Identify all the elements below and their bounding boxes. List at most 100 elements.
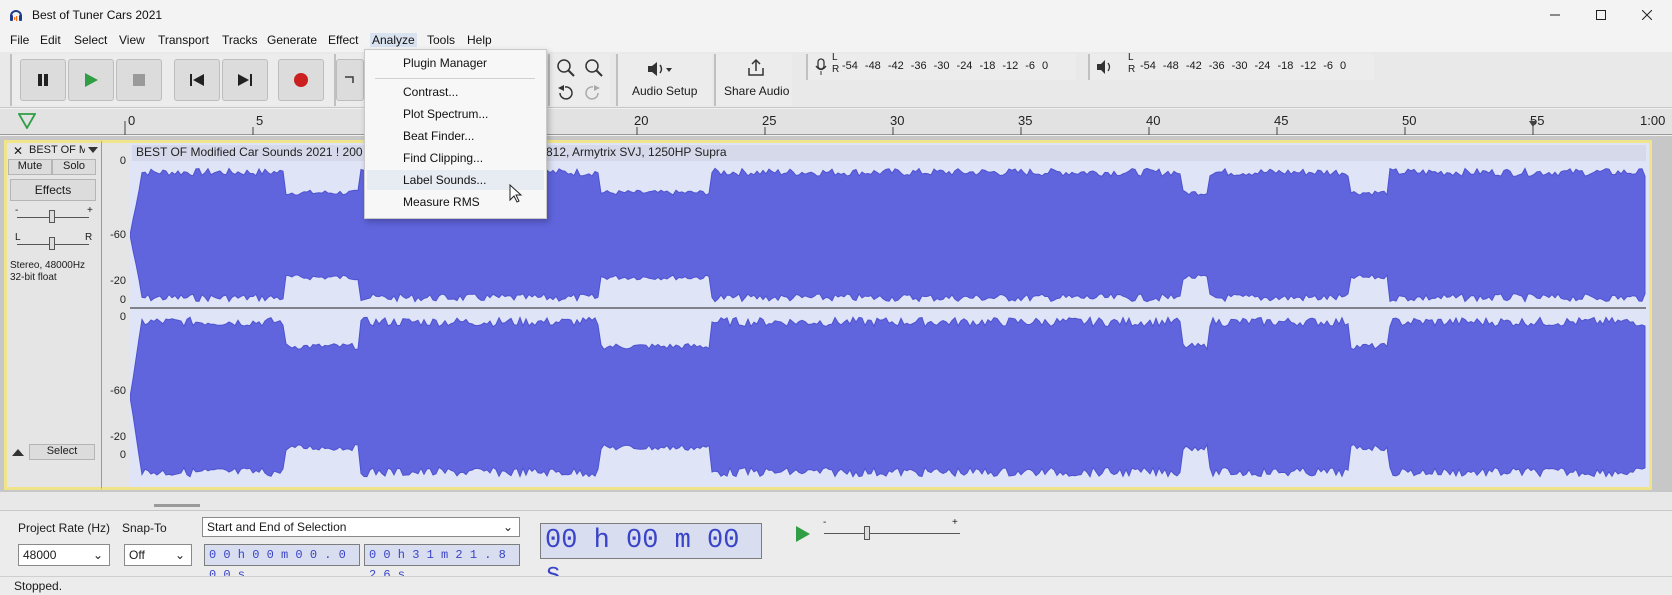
chevron-down-icon: ⌄ (92, 548, 103, 562)
mute-button[interactable]: Mute (8, 159, 52, 175)
project-rate-label: Project Rate (Hz) (18, 521, 111, 535)
y-label: 0 (119, 155, 126, 167)
record-button[interactable] (278, 59, 324, 101)
pause-button[interactable] (20, 59, 66, 101)
record-meter-l: L (832, 52, 838, 63)
chevron-down-icon: ⌄ (174, 548, 185, 562)
select-track-button[interactable]: Select (29, 444, 95, 460)
track-close-button[interactable]: ✕ (13, 144, 23, 158)
clip-title: BEST OF Modified Car Sounds 2021 ! 200 (136, 145, 363, 159)
project-rate-select[interactable]: 48000 ⌄ (18, 544, 110, 566)
tools-toolbar (334, 54, 364, 106)
playback-meter-l: L (1128, 52, 1134, 63)
pan-slider-thumb[interactable] (49, 237, 55, 250)
menu-file[interactable]: File (8, 33, 31, 47)
snap-to-select[interactable]: Off ⌄ (124, 544, 192, 566)
selection-start-time[interactable]: 0 0 h 0 0 m 0 0 . 0 0 0 s (204, 544, 360, 582)
timeline-options-icon[interactable] (18, 113, 36, 129)
stop-icon (133, 74, 145, 86)
playspeed-slider-thumb[interactable] (864, 526, 870, 540)
track-area: ✕ BEST OF Mo Mute Solo Effects - + L R S… (0, 136, 1672, 492)
menu-tools[interactable]: Tools (425, 33, 457, 47)
share-icon (748, 58, 764, 76)
track-name-menu[interactable]: BEST OF Mo (29, 144, 85, 156)
playback-meter-toolbar[interactable]: L R -54 -48 -42 -36 -30 -24 -18 -12 -6 0 (1088, 52, 1374, 80)
undo-icon[interactable] (556, 84, 574, 102)
record-icon (294, 73, 308, 87)
menu-find-clipping[interactable]: Find Clipping... (367, 148, 544, 168)
stop-button[interactable] (116, 59, 162, 101)
menu-generate[interactable]: Generate (265, 33, 319, 47)
record-meter-tick: -6 (1025, 60, 1036, 72)
record-meter-tick: -36 (910, 60, 927, 72)
playback-meter-tick: -12 (1300, 60, 1317, 72)
maximize-button[interactable] (1578, 0, 1624, 30)
gain-minus-label: - (15, 205, 19, 216)
loop-icon (345, 76, 354, 83)
status-bar: Stopped. (0, 576, 1672, 595)
effects-button[interactable]: Effects (10, 179, 96, 201)
menu-help[interactable]: Help (465, 33, 494, 47)
zoom-in-icon[interactable] (556, 58, 576, 78)
waveform-area[interactable]: BEST OF Modified Car Sounds 2021 ! 200 8… (130, 140, 1652, 490)
skip-to-start-button[interactable] (174, 59, 220, 101)
menu-select[interactable]: Select (72, 33, 109, 47)
record-meter-tick: -30 (933, 60, 950, 72)
stereo-waveform (130, 167, 1646, 478)
menu-view[interactable]: View (117, 33, 147, 47)
minimize-button[interactable] (1532, 0, 1578, 30)
playspeed-slider-track (824, 533, 960, 534)
selection-mode-select[interactable]: Start and End of Selection ⌄ (202, 517, 520, 537)
selection-mode-value: Start and End of Selection (207, 520, 347, 534)
loop-button[interactable] (336, 59, 364, 101)
track-bitdepth-info: 32-bit float (10, 272, 57, 283)
collapse-track-icon[interactable] (12, 449, 24, 456)
track-menu-chevron-icon[interactable] (88, 147, 98, 153)
solo-button[interactable]: Solo (52, 159, 96, 175)
menu-transport[interactable]: Transport (156, 33, 211, 47)
menu-analyze[interactable]: Analyze (370, 33, 417, 47)
gain-slider-thumb[interactable] (49, 210, 55, 223)
selection-toolbar: Project Rate (Hz) 48000 ⌄ Snap-To Off ⌄ … (0, 510, 1672, 590)
edit-toolbar (548, 54, 610, 106)
y-label: 0 (119, 294, 126, 306)
y-label: 0 (119, 449, 126, 461)
timeline-ruler[interactable]: 0 5 20 25 30 35 40 45 50 55 1:00 (0, 109, 1672, 135)
y-label: -60 (110, 229, 126, 241)
menu-tracks[interactable]: Tracks (220, 33, 260, 47)
play-at-speed-icon[interactable] (794, 525, 812, 543)
menu-effect[interactable]: Effect (326, 33, 360, 47)
playback-meter-tick: 0 (1340, 60, 1347, 72)
play-button[interactable] (68, 59, 114, 101)
record-meter-tick: -42 (887, 60, 904, 72)
menu-plot-spectrum[interactable]: Plot Spectrum... (367, 104, 544, 124)
menu-plugin-manager[interactable]: Plugin Manager (367, 53, 544, 73)
analyze-menu-dropdown: Plugin Manager Contrast... Plot Spectrum… (364, 49, 547, 219)
selection-end-time[interactable]: 0 0 h 3 1 m 2 1 . 8 2 6 s (364, 544, 520, 582)
zoom-out-icon[interactable] (584, 58, 604, 78)
redo-icon[interactable] (584, 84, 602, 102)
scrollbar-thumb[interactable] (154, 504, 200, 507)
playback-meter-tick: -54 (1140, 60, 1156, 72)
menu-contrast[interactable]: Contrast... (367, 82, 544, 102)
audio-setup-toolbar[interactable]: Audio Setup (616, 54, 712, 106)
playspeed-plus-label: + (952, 517, 958, 528)
audacity-logo-icon (10, 10, 22, 21)
menu-beat-finder[interactable]: Beat Finder... (367, 126, 544, 146)
playback-meter-tick: -36 (1208, 60, 1225, 72)
skip-to-end-button[interactable] (222, 59, 268, 101)
audio-position-time[interactable]: 00 h 00 m 00 s (540, 523, 762, 590)
menu-edit[interactable]: Edit (38, 33, 63, 47)
audio-setup-label: Audio Setup (632, 84, 698, 98)
menu-bar: File Edit Select View Transport Tracks G… (0, 30, 1672, 52)
close-window-button[interactable] (1624, 0, 1670, 30)
record-meter-tick: -18 (979, 60, 996, 72)
share-audio-toolbar[interactable]: Share Audio (714, 54, 792, 106)
record-meter-toolbar[interactable]: L R -54 -48 -42 -36 -30 -24 -18 -12 -6 0 (806, 52, 1076, 80)
maximize-icon (1596, 10, 1606, 20)
clip-title-bar[interactable]: BEST OF Modified Car Sounds 2021 ! 200 8… (132, 145, 1646, 161)
record-meter-tick: -24 (956, 60, 973, 72)
clip-title-tail: 812, Armytrix SVJ, 1250HP Supra (546, 145, 727, 159)
y-label: 0 (119, 311, 126, 323)
horizontal-scrollbar[interactable] (0, 492, 1672, 510)
